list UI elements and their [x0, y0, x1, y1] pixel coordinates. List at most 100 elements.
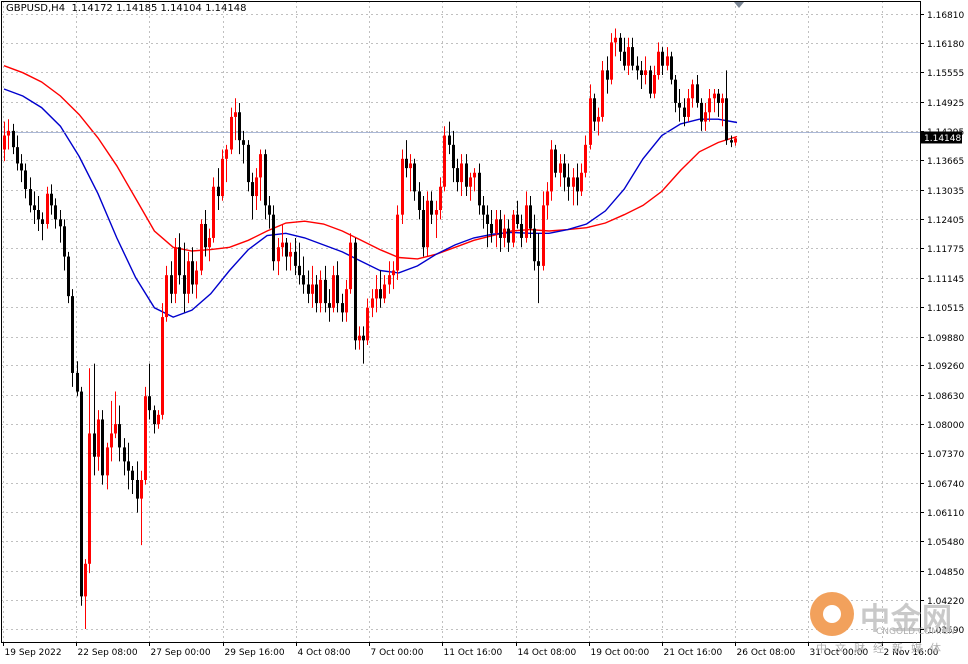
price-chart[interactable]: 1.168101.161801.155551.149251.142951.136…: [0, 0, 968, 664]
candle-body: [631, 47, 634, 66]
candle-body: [157, 414, 160, 425]
candle-body: [516, 214, 519, 224]
candle-body: [170, 275, 173, 294]
candle-body: [76, 372, 79, 392]
candle-body: [140, 480, 143, 499]
candle-body: [448, 135, 451, 145]
ma-line: [3, 88, 738, 318]
candle-body: [97, 419, 100, 457]
candle-body: [178, 247, 181, 276]
candle-body: [537, 261, 540, 266]
candle-body: [589, 98, 592, 145]
candle-body: [426, 200, 429, 248]
candle-body: [567, 177, 570, 187]
candle-body: [584, 144, 587, 173]
candle-body: [507, 228, 510, 243]
candle-body: [683, 107, 686, 117]
candle-body: [165, 275, 168, 318]
x-tick-label: 7 Oct 00:00: [371, 648, 424, 658]
watermark-logo: 中金网 CNGOLD.COM.CN 中文财经新媒体: [806, 588, 956, 655]
close-value: 1.14148: [205, 3, 247, 14]
symbol-label: GBPUSD,H4: [6, 3, 66, 14]
candle-body: [46, 193, 49, 224]
chart-window[interactable]: 1.168101.161801.155551.149251.142951.136…: [0, 0, 968, 664]
x-tick-label: 22 Sep 08:00: [78, 648, 138, 658]
candle-body: [289, 251, 292, 257]
candle-body: [456, 168, 459, 183]
candle-body: [606, 70, 609, 80]
candle-body: [358, 335, 361, 341]
x-tick-label: 19 Oct 00:00: [591, 648, 650, 658]
high-value: 1.14185: [115, 3, 158, 14]
y-tick-label: 1.08000: [927, 421, 964, 431]
open-value: 1.14172: [71, 3, 113, 14]
y-tick-label: 1.06740: [927, 480, 964, 490]
candle-body: [208, 237, 211, 248]
candle-body: [525, 205, 528, 238]
candle-body: [354, 242, 357, 341]
candle-body: [67, 256, 70, 297]
candle-body: [563, 163, 566, 178]
candle-body: [700, 102, 703, 122]
candle-body: [366, 307, 369, 341]
y-tick-label: 1.12405: [927, 216, 964, 226]
x-tick-label: 19 Sep 2022: [5, 648, 62, 658]
y-tick-label: 1.06110: [927, 509, 964, 519]
candle-body: [238, 112, 241, 141]
candle-body: [195, 270, 198, 285]
candle-body: [640, 70, 643, 76]
candle-body: [503, 228, 506, 238]
candle-body: [29, 189, 32, 206]
candle-body: [272, 214, 275, 262]
plot-frame: [1, 1, 921, 643]
candle-body: [653, 75, 656, 94]
candle-body: [721, 98, 724, 103]
candle-body: [234, 112, 237, 117]
chart-shift-triangle-icon[interactable]: [734, 2, 744, 8]
candle-body: [580, 172, 583, 192]
candle-body: [460, 163, 463, 183]
candle-body: [546, 191, 549, 206]
candle-body: [610, 42, 613, 80]
candle-body: [674, 79, 677, 103]
candle-body: [734, 138, 737, 143]
logo-site: CNGOLD.COM.CN: [876, 627, 955, 637]
candle-body: [396, 214, 399, 271]
candle-body: [148, 396, 151, 411]
candle-body: [542, 205, 545, 266]
candle-body: [713, 93, 716, 99]
candle-body: [328, 303, 331, 308]
candle-body: [388, 275, 391, 285]
candle-body: [725, 98, 728, 141]
candle-body: [174, 247, 177, 294]
candle-body: [687, 98, 690, 117]
candle-body: [512, 214, 515, 243]
x-tick-label: 4 Oct 08:00: [298, 648, 351, 658]
candle-body: [71, 296, 74, 373]
logo-subtitle: 中文财经新媒体: [816, 642, 949, 655]
candle-body: [16, 147, 19, 164]
candle-body: [401, 158, 404, 215]
candle-body: [405, 158, 408, 169]
y-tick-label: 1.09880: [927, 334, 964, 344]
candle-body: [315, 284, 318, 304]
chart-header: GBPUSD,H4 1.14172 1.14185 1.14104 1.1414…: [6, 3, 246, 14]
candle-body: [187, 261, 190, 294]
candle-body: [435, 210, 438, 215]
y-tick-label: 1.10515: [927, 304, 964, 314]
candle-body: [482, 205, 485, 215]
candle-body: [430, 200, 433, 215]
candle-body: [730, 140, 733, 143]
candle-body: [559, 163, 562, 173]
candle-body: [409, 163, 412, 169]
candle-body: [439, 186, 442, 211]
candle-body: [371, 298, 374, 308]
candle-body: [670, 56, 673, 80]
candle-body: [54, 205, 57, 220]
candle-body: [636, 65, 639, 71]
candle-body: [362, 335, 365, 341]
candle-body: [644, 70, 647, 76]
candle-body: [221, 158, 224, 197]
candle-body: [469, 177, 472, 187]
candle-body: [529, 205, 532, 229]
